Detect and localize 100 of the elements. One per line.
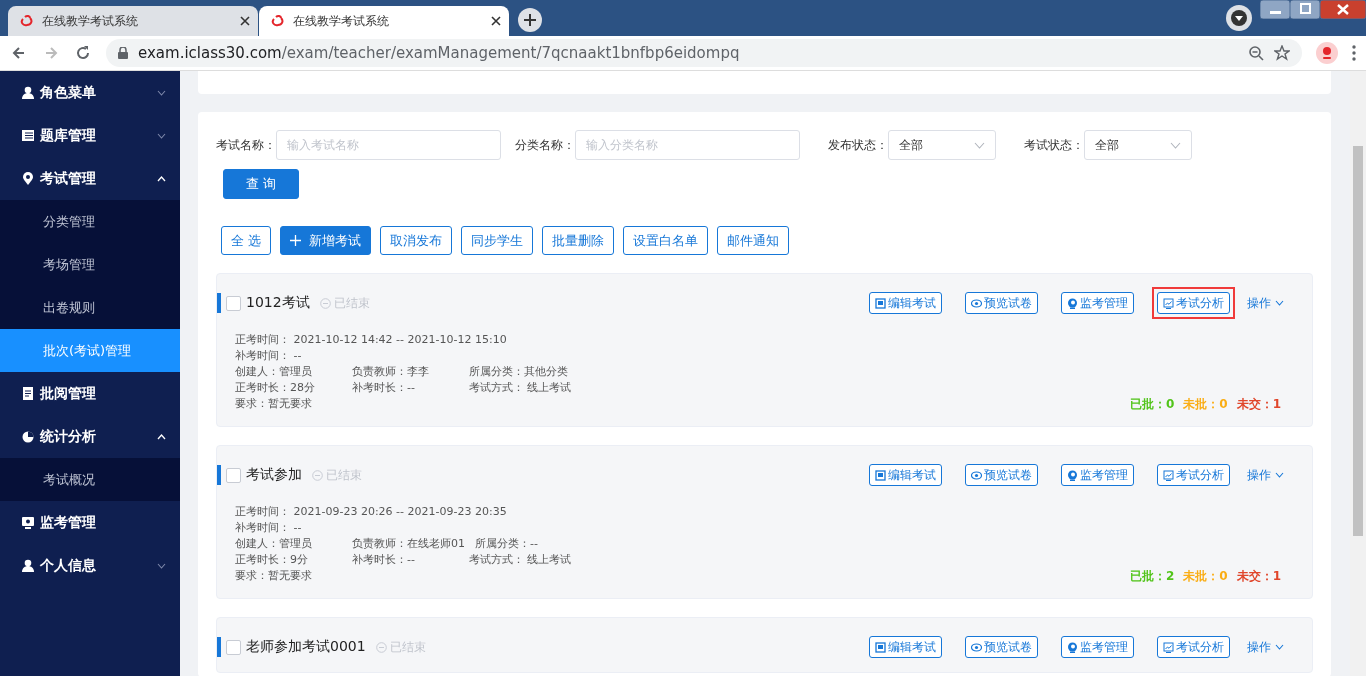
- select-field[interactable]: 全部: [1084, 130, 1192, 160]
- person-icon: [22, 85, 34, 100]
- action-button[interactable]: 编辑考试: [869, 636, 942, 658]
- action-button[interactable]: 监考管理: [1061, 464, 1134, 486]
- webcam-icon: [1067, 469, 1078, 481]
- action-button[interactable]: 考试分析: [1157, 464, 1230, 486]
- detail-text: 补考时间： --: [235, 348, 303, 364]
- text-field[interactable]: 输入考试名称: [276, 130, 501, 160]
- menu-icon[interactable]: [1352, 45, 1356, 61]
- detail-text: 所属分类：--: [475, 536, 539, 552]
- accent-bar: [217, 637, 221, 657]
- detail-text: 要求：暂无要求: [235, 396, 313, 412]
- detail-text: 考试方式： 线上考试: [469, 552, 573, 568]
- action-button[interactable]: 监考管理: [1061, 292, 1134, 314]
- sidebar-item[interactable]: 角色菜单: [0, 71, 180, 114]
- sidebar-subitem[interactable]: 批次(考试)管理: [0, 329, 180, 372]
- stat-text: 已批：0: [1129, 396, 1175, 412]
- restore-icon[interactable]: [1290, 0, 1320, 19]
- detail-text: 负责教师：在线老师01: [352, 536, 465, 552]
- minimize-icon[interactable]: [1260, 0, 1290, 19]
- logo-icon: [20, 14, 34, 28]
- browser-tab[interactable]: 在线教学考试系统: [259, 6, 509, 36]
- detail-text: 正考时长：9分: [235, 552, 309, 568]
- sidebar-item[interactable]: 批阅管理: [0, 372, 180, 415]
- operations-menu[interactable]: 操作: [1247, 294, 1284, 312]
- sidebar-item[interactable]: 题库管理: [0, 114, 180, 157]
- chevron-down-icon: [1275, 472, 1284, 478]
- url-text: exam.iclass30.com/exam/teacher/examManagement/7qcnaakt1bnfbp6eidompq: [138, 44, 740, 62]
- avatar-icon[interactable]: [1316, 42, 1338, 64]
- status-icon: [319, 297, 331, 309]
- toolbar-button[interactable]: 邮件通知: [717, 226, 790, 255]
- toolbar-button[interactable]: 全 选: [221, 226, 272, 255]
- sidebar-item[interactable]: 统计分析: [0, 415, 180, 458]
- status-icon: [312, 469, 323, 481]
- star-icon[interactable]: [1274, 45, 1290, 61]
- status-icon: [375, 641, 387, 653]
- sidebar-subitem[interactable]: 考场管理: [0, 243, 180, 286]
- book-icon: [875, 297, 886, 309]
- select-field[interactable]: 全部: [888, 130, 996, 160]
- action-button[interactable]: 预览试卷: [965, 636, 1038, 658]
- new-tab-icon[interactable]: [518, 8, 542, 32]
- accent-bar: [217, 293, 221, 313]
- action-button[interactable]: 编辑考试: [869, 292, 942, 314]
- detail-text: 创建人：管理员: [235, 364, 313, 380]
- pie-chart-icon: [22, 429, 34, 444]
- exam-title: 老师参加考试0001: [246, 638, 366, 656]
- detail-text: 考试方式： 线上考试: [469, 380, 573, 396]
- checkbox[interactable]: [226, 639, 241, 655]
- scrollbar-thumb[interactable]: [1353, 146, 1363, 536]
- operations-menu[interactable]: 操作: [1247, 466, 1284, 484]
- reload-icon[interactable]: [74, 44, 92, 62]
- action-button[interactable]: 考试分析: [1157, 636, 1230, 658]
- list-icon: [22, 128, 34, 143]
- stat-text: 未批：0: [1183, 396, 1228, 412]
- eye-icon: [971, 297, 982, 309]
- action-button[interactable]: 预览试卷: [965, 464, 1038, 486]
- location-pin-icon: [22, 171, 34, 186]
- close-icon: [491, 16, 501, 26]
- toolbar-button[interactable]: 同步学生: [461, 226, 534, 255]
- action-button[interactable]: 编辑考试: [869, 464, 942, 486]
- sidebar-subitem[interactable]: 分类管理: [0, 200, 180, 243]
- text-field[interactable]: 输入分类名称: [575, 130, 800, 160]
- chart-icon: [1163, 641, 1174, 653]
- book-icon: [875, 469, 886, 481]
- filter-label: 考试名称：: [216, 136, 276, 154]
- logo-icon: [271, 14, 285, 28]
- sidebar-subitem[interactable]: 出卷规则: [0, 286, 180, 329]
- detail-text: 正考时间： 2021-09-23 20:26 -- 2021-09-23 20:35: [235, 504, 507, 520]
- document-icon: [22, 386, 34, 401]
- detail-text: 补考时间： --: [235, 520, 303, 536]
- detail-text: 负责教师：李李: [352, 364, 430, 380]
- filter-label: 考试状态：: [1024, 136, 1084, 154]
- action-button[interactable]: 考试分析: [1157, 292, 1230, 314]
- action-button[interactable]: 监考管理: [1061, 636, 1134, 658]
- chevron-down-icon: [1275, 644, 1284, 650]
- toolbar-button[interactable]: 取消发布: [380, 226, 453, 255]
- address-bar[interactable]: exam.iclass30.com/exam/teacher/examManagement/7qcnaakt1bnfbp6eidompq: [106, 39, 1302, 67]
- action-button[interactable]: 预览试卷: [965, 292, 1038, 314]
- dropdown-icon[interactable]: [1226, 5, 1252, 31]
- checkbox[interactable]: [226, 295, 241, 311]
- close-icon[interactable]: [1320, 0, 1366, 19]
- sidebar-subitem[interactable]: 考试概况: [0, 458, 180, 501]
- detail-text: 正考时间： 2021-10-12 14:42 -- 2021-10-12 15:10: [235, 332, 507, 348]
- chevron-down-icon: [974, 141, 985, 149]
- search-button[interactable]: 查 询: [223, 169, 299, 199]
- filter-label: 发布状态：: [828, 136, 888, 154]
- detail-text: 所属分类：其他分类: [469, 364, 569, 380]
- sidebar-item[interactable]: 考试管理: [0, 157, 180, 200]
- zoom-out-icon[interactable]: [1248, 45, 1264, 61]
- sidebar-item[interactable]: 监考管理: [0, 501, 180, 544]
- webcam-icon: [1067, 297, 1078, 309]
- checkbox[interactable]: [226, 467, 241, 483]
- stat-text: 未批：0: [1183, 568, 1228, 584]
- detail-text: 要求：暂无要求: [235, 568, 313, 584]
- toolbar-button[interactable]: 新增考试: [280, 226, 372, 255]
- toolbar-button[interactable]: 批量删除: [542, 226, 615, 255]
- operations-menu[interactable]: 操作: [1247, 638, 1284, 656]
- browser-tab[interactable]: 在线教学考试系统: [8, 6, 258, 36]
- sidebar-item[interactable]: 个人信息: [0, 544, 180, 587]
- toolbar-button[interactable]: 设置白名单: [623, 226, 709, 255]
